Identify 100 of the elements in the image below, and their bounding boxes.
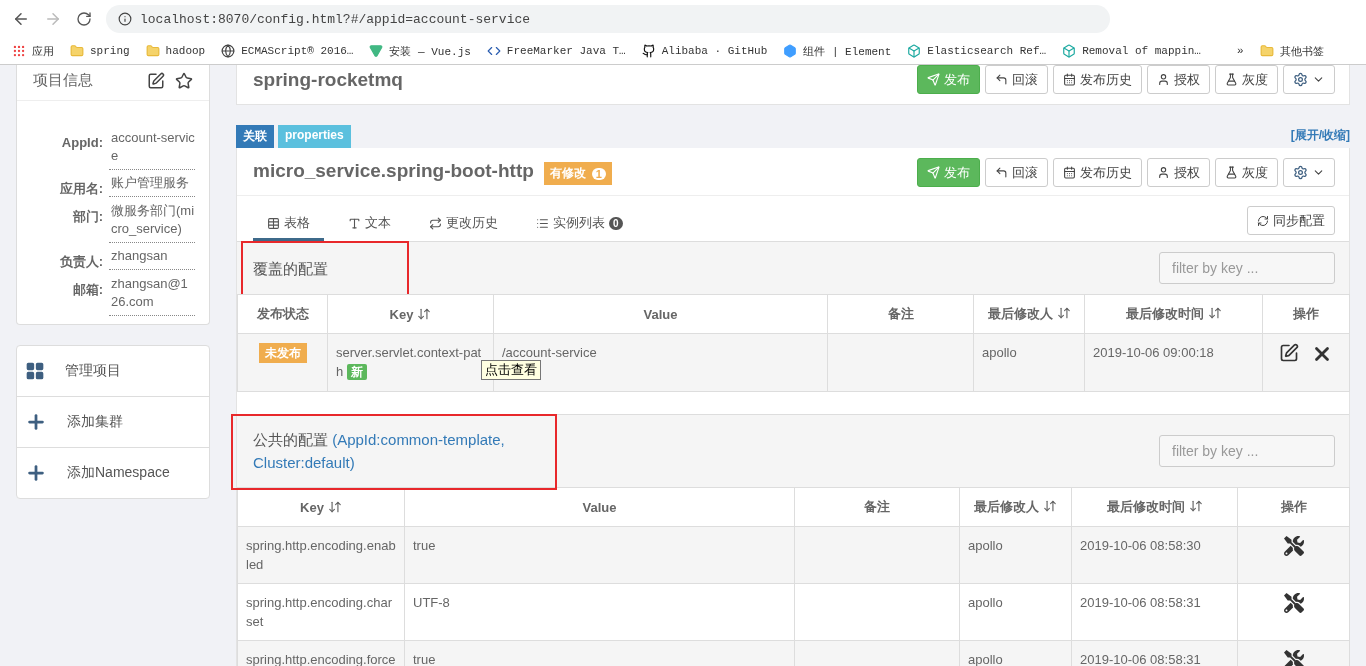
triangle-icon	[369, 44, 384, 58]
bookmark[interactable]: Elasticsearch Ref…	[907, 44, 1047, 58]
address-bar[interactable]: localhost:8070/config.html?#/appid=account-service	[106, 5, 1110, 33]
flask-icon	[1225, 166, 1238, 179]
field-value: account-service	[109, 125, 195, 170]
edit-icon[interactable]	[147, 71, 165, 90]
field-label: 邮箱:	[71, 281, 103, 299]
field-label: 负责人:	[58, 253, 103, 271]
field-value: 微服务部门(micro_service)	[109, 198, 195, 243]
tools-icon[interactable]	[1283, 536, 1304, 556]
sort-icon	[1043, 499, 1057, 513]
settings-button[interactable]	[1283, 65, 1335, 94]
bookmark[interactable]: spring	[70, 44, 130, 58]
bookmark[interactable]: ECMAScript® 2016…	[221, 44, 354, 58]
settings-icon	[1293, 165, 1308, 180]
column-header[interactable]: Key	[327, 294, 494, 334]
more-bookmarks[interactable]: »	[1237, 45, 1244, 57]
table-cell: spring.http.encoding.enabled	[237, 526, 405, 584]
field-label: 应用名:	[58, 180, 103, 198]
table-cell: 2019-10-06 08:58:31	[1071, 583, 1238, 641]
column-header: 发布状态	[237, 294, 328, 334]
table-icon	[267, 216, 280, 230]
filter-field[interactable]: filter by key ...	[1159, 435, 1335, 467]
back-button[interactable]	[12, 10, 30, 28]
user-icon	[1157, 73, 1170, 86]
toolbar-button[interactable]: 发布历史	[1053, 65, 1142, 94]
bookmark[interactable]: 组件 | Element	[783, 43, 892, 59]
toolbar-button[interactable]: 授权	[1147, 65, 1210, 94]
tooltip: 点击查看	[481, 360, 541, 380]
send-icon	[927, 73, 940, 86]
filter-field[interactable]: filter by key ...	[1159, 252, 1335, 284]
edit-icon[interactable]	[1279, 343, 1299, 363]
column-header: 操作	[1262, 294, 1350, 334]
bookmark[interactable]: FreeMarker Java T…	[486, 44, 626, 58]
table-cell: 2019-10-06 09:00:18	[1084, 333, 1263, 392]
column-header[interactable]: 最后修改人	[959, 487, 1072, 527]
cube-icon	[1062, 44, 1077, 58]
field-value: zhangsan	[109, 243, 195, 270]
modified-badge: 有修改 1	[543, 162, 612, 186]
sidebar-item[interactable]: 管理项目	[17, 346, 209, 396]
toolbar-button[interactable]: 回滚	[985, 158, 1048, 187]
toolbar-button[interactable]: 灰度	[1215, 65, 1278, 94]
bookmark[interactable]: Alibaba · GitHub	[641, 44, 768, 58]
folder-icon	[145, 44, 160, 58]
sort-icon	[1056, 306, 1071, 320]
table-cell: 2019-10-06 08:58:31	[1071, 640, 1238, 666]
tab[interactable]: 文本	[334, 208, 405, 241]
column-header[interactable]: 最后修改时间	[1084, 294, 1263, 334]
bookmark[interactable]: Removal of mappin…	[1062, 44, 1201, 58]
user-icon	[1157, 166, 1170, 179]
tab[interactable]: 实例列表 0	[522, 208, 637, 241]
bookmark[interactable]: 安装 — Vue.js	[369, 43, 471, 59]
send-icon	[927, 166, 940, 179]
bookmark[interactable]: hadoop	[145, 44, 206, 58]
namespace-tag: properties	[278, 125, 351, 148]
table-cell: UTF-8	[404, 583, 795, 641]
column-header: Value	[404, 487, 795, 527]
folder-icon	[1259, 44, 1274, 58]
table-cell: apollo	[973, 333, 1085, 392]
star-icon[interactable]	[175, 71, 193, 90]
plus-icon	[25, 411, 47, 433]
section-title: 覆盖的配置	[253, 258, 328, 279]
folder-icon	[70, 44, 84, 58]
tab[interactable]: 更改历史	[415, 208, 512, 241]
section-title: 公共的配置 (AppId:common-template, Cluster:default)	[253, 430, 506, 473]
column-header[interactable]: 最后修改人	[973, 294, 1085, 334]
grid-icon	[25, 361, 45, 381]
field-value: zhangsan@126.com	[109, 271, 195, 316]
settings-button[interactable]	[1283, 158, 1335, 187]
column-header[interactable]: 最后修改时间	[1071, 487, 1238, 527]
toolbar-button[interactable]: 授权	[1147, 158, 1210, 187]
sidebar-item[interactable]: 添加集群	[17, 396, 209, 447]
bookmark[interactable]: 应用	[12, 43, 54, 59]
table-cell: apollo	[959, 583, 1072, 641]
toolbar-button[interactable]: 回滚	[985, 65, 1048, 94]
field-label: 部门:	[71, 208, 103, 226]
toolbar-button[interactable]: 灰度	[1215, 158, 1278, 187]
column-header[interactable]: Key	[237, 487, 405, 527]
card-title: 项目信息	[33, 71, 93, 90]
flask-icon	[1225, 73, 1238, 86]
tools-icon[interactable]	[1283, 593, 1304, 613]
github-icon	[641, 44, 656, 58]
code-icon	[486, 44, 501, 58]
swap-icon	[429, 216, 442, 230]
sort-icon	[1207, 306, 1222, 320]
table-cell: spring.http.encoding.force	[237, 640, 405, 666]
status-badge: 未发布	[258, 343, 307, 363]
column-header: 备注	[794, 487, 960, 527]
toolbar-button[interactable]: 发布历史	[1053, 158, 1142, 187]
expand-collapse-link[interactable]: [展开/收缩]	[1290, 127, 1350, 148]
bookmark[interactable]: 其他书签	[1259, 43, 1324, 59]
reload-button[interactable]	[76, 11, 92, 27]
undo-icon	[995, 73, 1008, 86]
sort-icon	[327, 499, 342, 514]
sidebar-item[interactable]: 添加Namespace	[17, 447, 209, 498]
cube-icon	[907, 44, 922, 58]
table-cell: true	[404, 640, 795, 666]
sync-button[interactable]: 同步配置	[1247, 206, 1335, 235]
tools-icon[interactable]	[1283, 650, 1304, 666]
list-icon	[536, 216, 549, 230]
